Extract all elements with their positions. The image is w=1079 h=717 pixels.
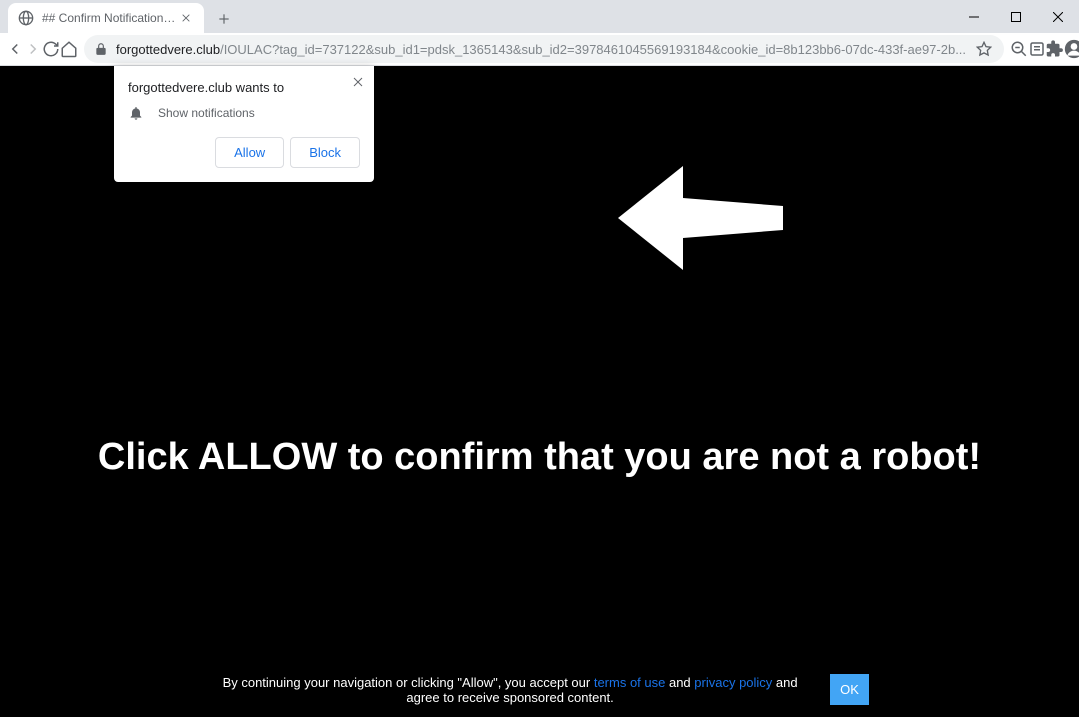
zoom-out-icon[interactable] (1010, 35, 1028, 63)
bell-icon (128, 105, 144, 121)
allow-button[interactable]: Allow (215, 137, 284, 168)
extensions-icon[interactable] (1046, 35, 1064, 63)
maximize-button[interactable] (995, 0, 1037, 33)
url-path: /IOULAC?tag_id=737122&sub_id1=pdsk_13651… (220, 42, 966, 57)
block-button[interactable]: Block (290, 137, 360, 168)
url-text: forgottedvere.club/IOULAC?tag_id=737122&… (116, 42, 966, 57)
new-tab-button[interactable] (210, 5, 238, 33)
footer-pre: By continuing your navigation or clickin… (223, 675, 594, 690)
popup-title: forgottedvere.club wants to (128, 80, 360, 95)
ok-button[interactable]: OK (830, 674, 869, 705)
browser-tab[interactable]: ## Confirm Notifications ## (8, 3, 204, 33)
terms-link[interactable]: terms of use (594, 675, 666, 690)
browser-toolbar: forgottedvere.club/IOULAC?tag_id=737122&… (0, 33, 1079, 66)
reload-button[interactable] (42, 35, 60, 63)
page-headline: Click ALLOW to confirm that you are not … (0, 436, 1079, 479)
tab-close-button[interactable] (178, 10, 194, 26)
reader-mode-icon[interactable] (1028, 35, 1046, 63)
close-window-button[interactable] (1037, 0, 1079, 33)
tab-bar: ## Confirm Notifications ## (0, 0, 949, 33)
page-content: forgottedvere.club wants to Show notific… (0, 66, 1079, 717)
footer-and: and (665, 675, 694, 690)
lock-icon (94, 42, 108, 56)
arrow-left-icon (618, 166, 783, 276)
profile-icon[interactable] (1064, 35, 1079, 63)
popup-close-button[interactable] (350, 74, 366, 90)
consent-footer: By continuing your navigation or clickin… (0, 674, 1079, 705)
url-domain: forgottedvere.club (116, 42, 220, 57)
address-bar[interactable]: forgottedvere.club/IOULAC?tag_id=737122&… (84, 35, 1004, 63)
popup-message: Show notifications (158, 106, 255, 120)
tab-title: ## Confirm Notifications ## (42, 11, 178, 25)
home-button[interactable] (60, 35, 78, 63)
notification-permission-popup: forgottedvere.club wants to Show notific… (114, 66, 374, 182)
minimize-button[interactable] (953, 0, 995, 33)
back-button[interactable] (6, 35, 24, 63)
forward-button[interactable] (24, 35, 42, 63)
bookmark-star-icon[interactable] (974, 39, 994, 59)
footer-text: By continuing your navigation or clickin… (210, 675, 810, 705)
globe-icon (18, 10, 34, 26)
privacy-link[interactable]: privacy policy (694, 675, 772, 690)
